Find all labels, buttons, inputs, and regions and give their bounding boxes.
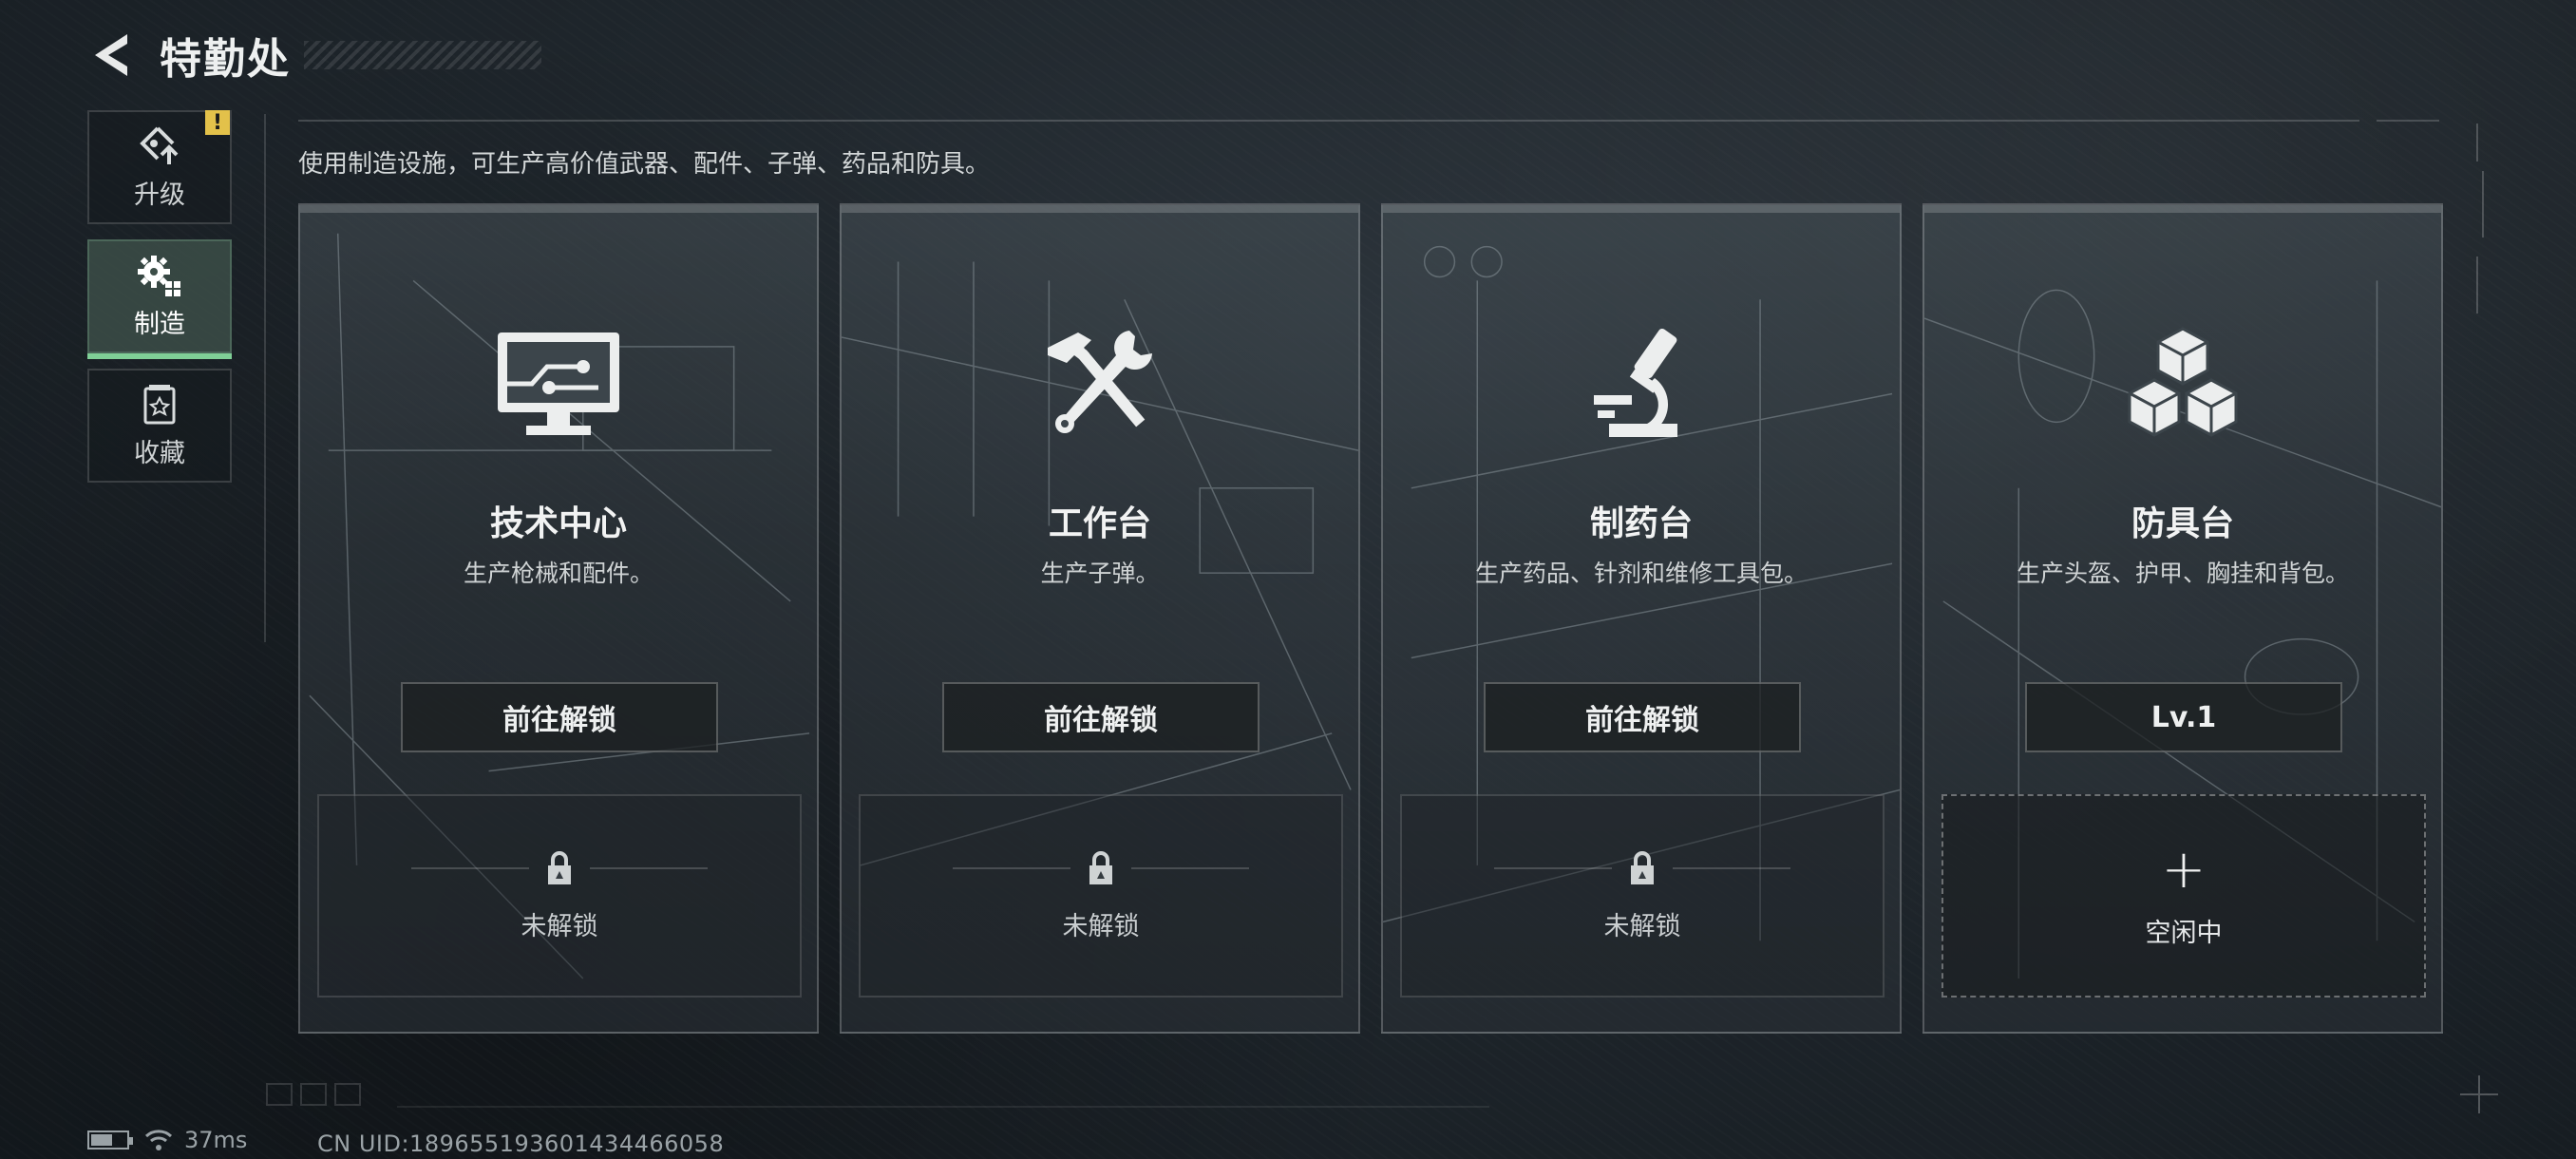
collection-icon: [135, 383, 184, 427]
upgrade-icon: [135, 124, 184, 168]
status-bar: 37ms: [87, 1127, 247, 1153]
sidebar-item-craft[interactable]: 制造: [87, 239, 232, 359]
sidebar: ! 升级 制造 收藏: [87, 110, 234, 498]
divider: [590, 866, 708, 869]
divider-top-end: [2377, 120, 2439, 122]
sidebar-item-label: 制造: [134, 309, 185, 339]
facility-cards: 技术中心 生产枪械和配件。 前往解锁 未解锁 工作台 生产子弹。 前往解锁 未解…: [298, 203, 2443, 1034]
unlock-button[interactable]: 前往解锁: [1484, 682, 1801, 752]
title-decoration: [304, 41, 541, 69]
facility-subtitle: 生产头盔、护甲、胸挂和背包。: [2016, 560, 2349, 587]
user-uid: CN UID:1896551936014344660​58: [317, 1130, 725, 1157]
divider: [1131, 866, 1249, 869]
facility-card-workbench[interactable]: 工作台 生产子弹。 前往解锁 未解锁: [840, 203, 1360, 1034]
slot-status: 未解锁: [1603, 911, 1681, 941]
production-slot: 未解锁: [859, 794, 1343, 998]
facility-name: 防具台: [2131, 504, 2234, 543]
production-slot: 未解锁: [1400, 794, 1885, 998]
slot-status: 空闲中: [2145, 918, 2223, 948]
facility-name: 制药台: [1589, 504, 1693, 543]
bottom-divider: [397, 1106, 1489, 1108]
production-slot: 未解锁: [317, 794, 802, 998]
sidebar-item-upgrade[interactable]: ! 升级: [87, 110, 232, 224]
back-arrow-icon: [95, 34, 127, 76]
divider-top: [298, 120, 2359, 122]
lock-icon: [1631, 850, 1654, 884]
header: 特勤处: [87, 25, 541, 86]
sidebar-item-collection[interactable]: 收藏: [87, 369, 232, 483]
production-slot-idle[interactable]: + 空闲中: [1941, 794, 2426, 998]
facility-subtitle: 生产枪械和配件。: [463, 560, 653, 587]
facility-card-armor-bench[interactable]: 防具台 生产头盔、护甲、胸挂和背包。 Lv.1 + 空闲中: [1923, 203, 2443, 1034]
divider: [411, 866, 529, 869]
corner-crosshair: [2460, 1075, 2498, 1113]
lock-icon: [548, 850, 571, 884]
bottom-decoration: [266, 1083, 361, 1106]
lock-icon: [1089, 850, 1112, 884]
facility-card-tech-center[interactable]: 技术中心 生产枪械和配件。 前往解锁 未解锁: [298, 203, 819, 1034]
sidebar-item-label: 收藏: [134, 438, 185, 468]
add-icon: +: [2161, 838, 2207, 901]
facility-card-pharmacy[interactable]: 制药台 生产药品、针剂和维修工具包。 前往解锁 未解锁: [1381, 203, 1902, 1034]
gear-icon: [135, 254, 184, 297]
sidebar-item-label: 升级: [134, 180, 185, 210]
wifi-icon: [144, 1130, 173, 1150]
slot-status: 未解锁: [521, 911, 598, 941]
facility-name: 工作台: [1048, 504, 1151, 543]
microscope-icon: [1383, 319, 1900, 448]
page-description: 使用制造设施，可生产高价值武器、配件、子弹、药品和防具。: [298, 150, 991, 179]
warning-badge: !: [205, 110, 230, 135]
unlock-button[interactable]: 前往解锁: [942, 682, 1260, 752]
unlock-button[interactable]: 前往解锁: [401, 682, 718, 752]
monitor-icon: [300, 319, 817, 448]
slot-status: 未解锁: [1062, 911, 1140, 941]
facility-subtitle: 生产子弹。: [1040, 560, 1160, 587]
divider: [953, 866, 1070, 869]
page-title: 特勤处: [160, 35, 291, 84]
facility-subtitle: 生产药品、针剂和维修工具包。: [1474, 560, 1808, 587]
hammer-wrench-icon: [842, 319, 1358, 448]
divider: [1673, 866, 1790, 869]
divider: [1494, 866, 1612, 869]
ping-value: 37ms: [184, 1127, 248, 1153]
side-tick-marks: [2476, 124, 2484, 314]
level-button[interactable]: Lv.1: [2025, 682, 2342, 752]
cubes-icon: [1924, 319, 2441, 448]
back-button[interactable]: [87, 28, 135, 82]
divider-vertical: [264, 114, 266, 642]
facility-name: 技术中心: [489, 504, 627, 543]
battery-icon: [87, 1130, 133, 1150]
